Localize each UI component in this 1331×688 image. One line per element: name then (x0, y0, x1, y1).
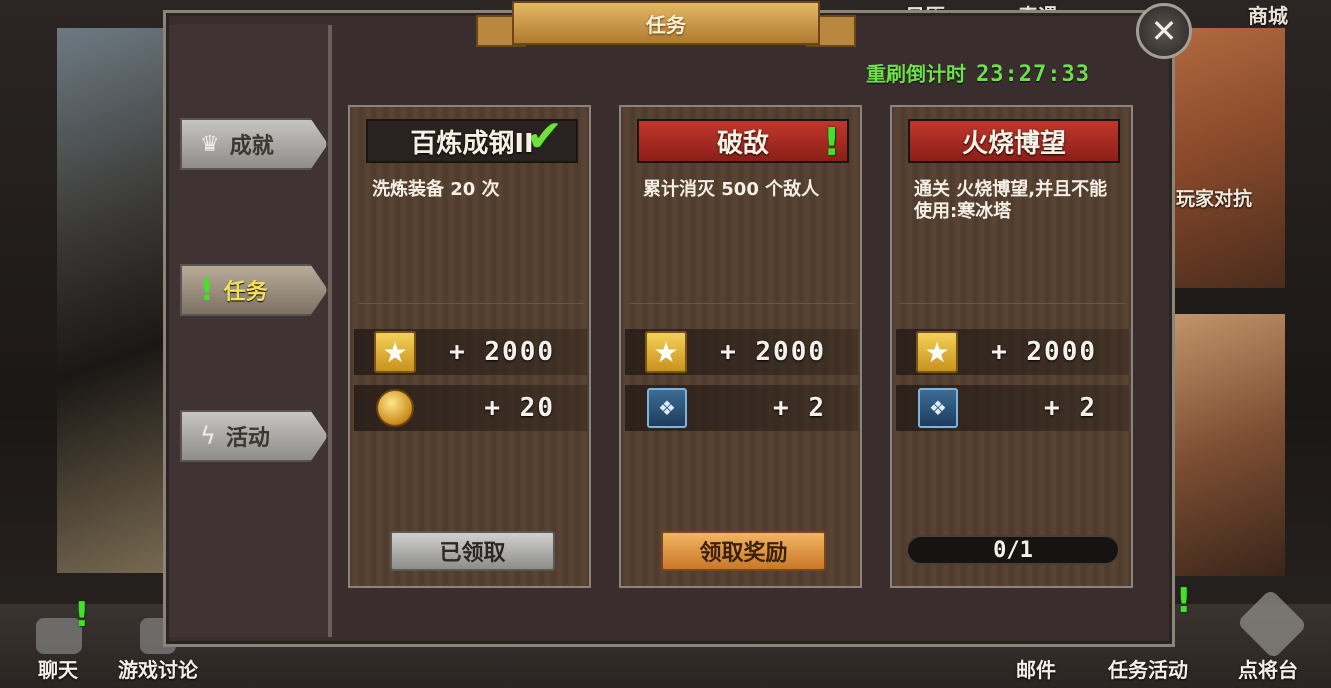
reward-row: ★ + 2000 (625, 329, 858, 375)
quest-description: 累计消灭 500 个敌人 (643, 179, 820, 200)
quest-description: 通关 火烧博望,并且不能使用:寒冰塔 (914, 179, 1108, 222)
star-icon: ★ (645, 331, 687, 373)
reward-value: + 2000 (449, 337, 555, 367)
dialog-title: 任务 (512, 1, 820, 45)
reward-value: + 20 (484, 393, 555, 423)
quest-card: 火烧博望 通关 火烧博望,并且不能使用:寒冰塔 ★ + 2000 ❖ + 2 0… (890, 105, 1133, 588)
reward-value: + 2000 (991, 337, 1097, 367)
reward-value: + 2000 (720, 337, 826, 367)
quest-icon: ! (200, 272, 214, 308)
tab-achievements[interactable]: ♛ 成就 (180, 118, 328, 170)
reward-row: + 20 (354, 385, 587, 431)
tab-quests[interactable]: ! 任务 (180, 264, 328, 316)
checkmark-icon: ✔ (526, 111, 563, 162)
gold-coins-icon (376, 389, 414, 427)
chat-alert-icon: ! (74, 595, 90, 635)
quest-title: 破敌 (637, 119, 849, 163)
crown-icon: ♛ (200, 131, 220, 157)
reward-value: + 2 (1044, 393, 1097, 423)
divider (900, 303, 1125, 304)
reward-row: ❖ + 2 (625, 385, 858, 431)
top-menu-shop[interactable]: 商城 (1248, 0, 1288, 29)
tab-events[interactable]: ϟ 活动 (180, 410, 328, 462)
claimed-button[interactable]: 已领取 (390, 531, 555, 571)
dialog-title-banner: 任务 (476, 1, 856, 61)
reward-row: ❖ + 2 (896, 385, 1129, 431)
card-pack-icon: ❖ (647, 388, 687, 428)
tab-label: 成就 (229, 134, 274, 159)
hero-artwork (57, 28, 177, 573)
quest-dialog: 任务 ✕ 重刷倒计时 23:27:33 ♛ 成就 ! 任务 ϟ 活动 百炼成钢II… (163, 1, 1192, 647)
refresh-label: 重刷倒计时 (866, 62, 966, 86)
bottom-nav-chat[interactable]: 聊天 (38, 654, 78, 683)
star-icon: ★ (374, 331, 416, 373)
countdown-value: 23:27:33 (976, 62, 1090, 87)
divider (629, 303, 854, 304)
reward-row: ★ + 2000 (354, 329, 587, 375)
card-pack-icon: ❖ (918, 388, 958, 428)
category-sidebar: ♛ 成就 ! 任务 ϟ 活动 (169, 25, 332, 637)
reward-value: + 2 (773, 393, 826, 423)
quest-card: 百炼成钢II ✔ 洗炼装备 20 次 ★ + 2000 + 20 已领取 (348, 105, 591, 588)
lightning-icon: ϟ (200, 422, 216, 450)
bottom-nav-mail[interactable]: 邮件 (1016, 654, 1056, 683)
quest-progress: 0/1 (906, 535, 1120, 565)
bottom-nav-discussion[interactable]: 游戏讨论 (118, 654, 198, 683)
bottom-nav-quest-activity[interactable]: 任务活动 (1108, 654, 1188, 683)
reward-row: ★ + 2000 (896, 329, 1129, 375)
pvp-artwork[interactable] (1170, 28, 1285, 288)
close-icon: ✕ (1150, 12, 1178, 50)
star-icon: ★ (916, 331, 958, 373)
battle-artwork[interactable] (1170, 314, 1285, 576)
quest-activity-alert-icon: ! (1176, 581, 1192, 621)
bottom-nav-general-stage[interactable]: 点将台 (1238, 654, 1298, 683)
divider (358, 303, 583, 304)
quest-title: 火烧博望 (908, 119, 1120, 163)
alert-icon: ! (823, 120, 841, 164)
quest-description: 洗炼装备 20 次 (372, 179, 500, 200)
close-button[interactable]: ✕ (1136, 3, 1192, 59)
refresh-countdown: 重刷倒计时 23:27:33 (866, 58, 1090, 87)
tab-label: 任务 (223, 280, 268, 305)
claim-reward-button[interactable]: 领取奖励 (661, 531, 826, 571)
tab-label: 活动 (225, 426, 270, 451)
pvp-label[interactable]: 玩家对抗 (1176, 184, 1252, 211)
quest-card: 破敌 ! 累计消灭 500 个敌人 ★ + 2000 ❖ + 2 领取奖励 (619, 105, 862, 588)
